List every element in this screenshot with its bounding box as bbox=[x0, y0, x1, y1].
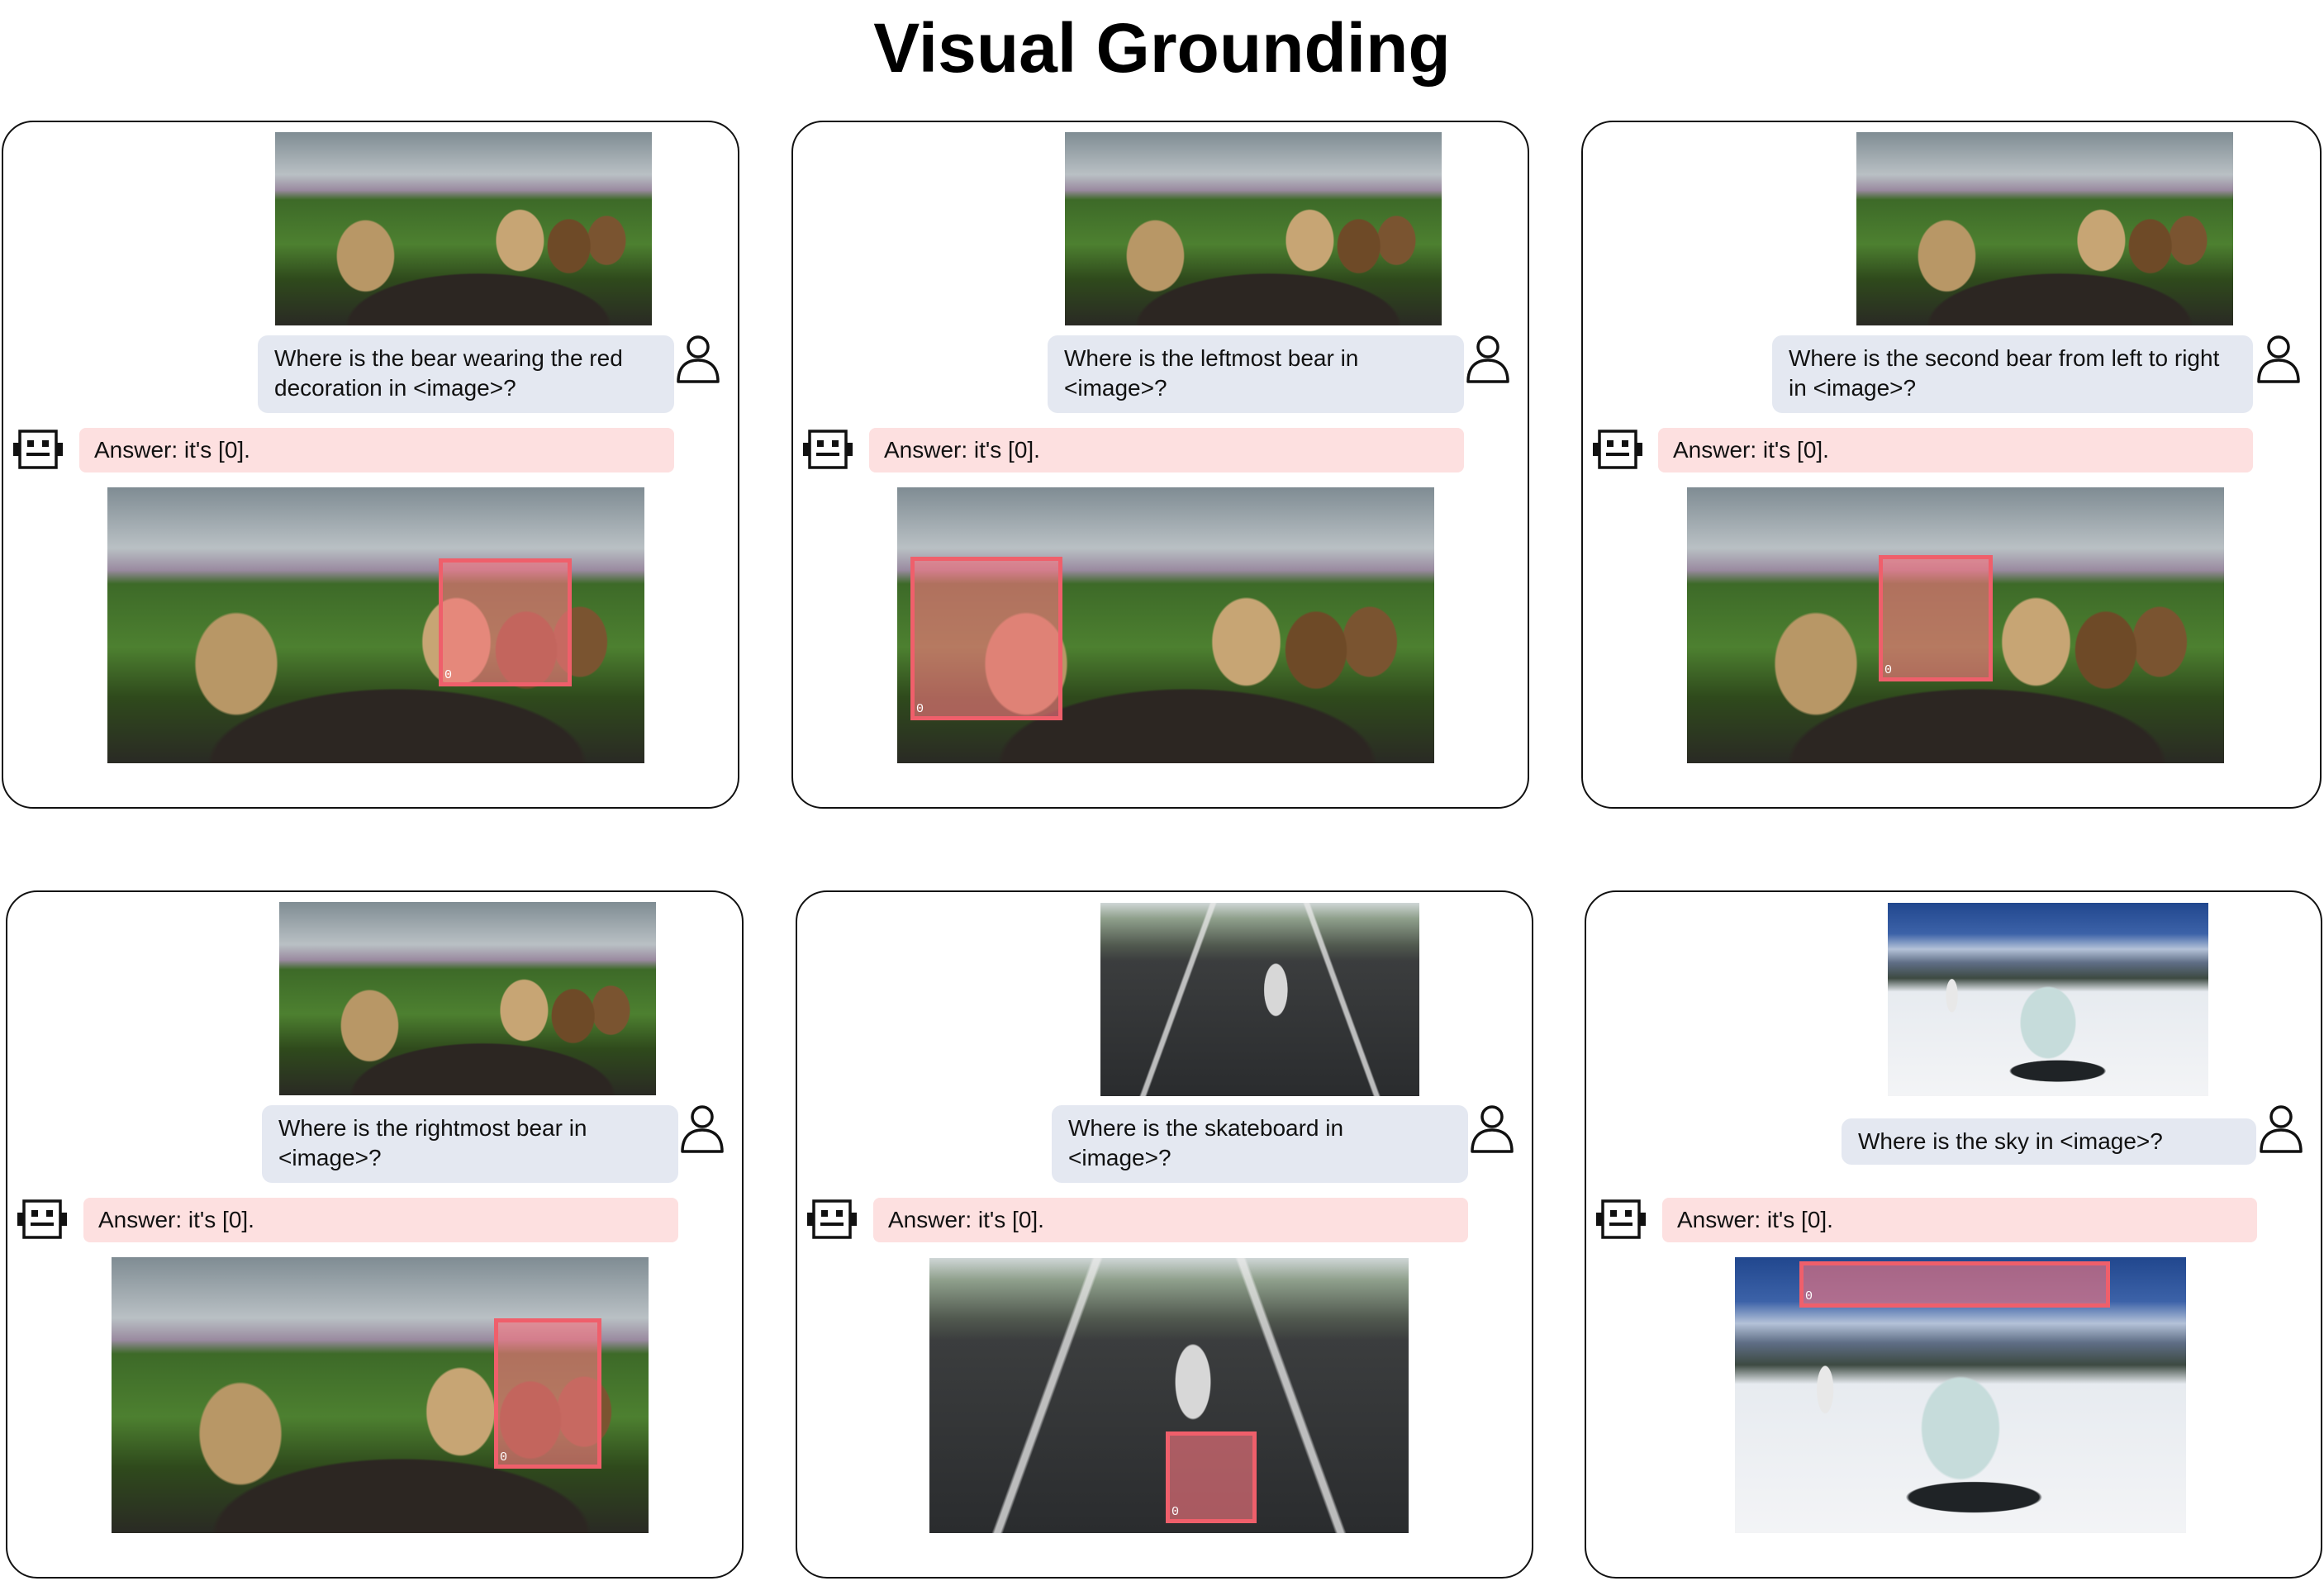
input-image bbox=[1856, 132, 2233, 325]
bounding-box: 0 bbox=[494, 1318, 601, 1469]
robot-icon bbox=[807, 1199, 857, 1239]
box-label: 0 bbox=[1884, 663, 1893, 677]
answer-bubble: Answer: it's [0]. bbox=[1662, 1198, 2257, 1242]
bounding-box: 0 bbox=[910, 557, 1062, 720]
input-image bbox=[1100, 903, 1419, 1096]
input-image bbox=[1065, 132, 1442, 325]
answer-bubble: Answer: it's [0]. bbox=[79, 428, 674, 472]
figure-title: Visual Grounding bbox=[873, 9, 1451, 87]
bounding-box: 0 bbox=[1879, 555, 1993, 681]
grounded-image: 0 bbox=[112, 1257, 649, 1533]
grounded-image: 0 bbox=[107, 487, 644, 763]
question-bubble: Where is the sky in <image>? bbox=[1842, 1118, 2256, 1165]
user-icon bbox=[1466, 335, 1509, 383]
input-image bbox=[1888, 903, 2208, 1096]
robot-icon bbox=[13, 430, 63, 469]
example-panel-4: Where is the rightmost bear in <image>? … bbox=[6, 890, 744, 1579]
input-image bbox=[279, 902, 656, 1095]
question-bubble: Where is the bear wearing the red decora… bbox=[258, 335, 674, 413]
grounded-image: 0 bbox=[929, 1258, 1409, 1533]
answer-bubble: Answer: it's [0]. bbox=[83, 1198, 678, 1242]
user-icon bbox=[1471, 1105, 1514, 1153]
question-bubble: Where is the rightmost bear in <image>? bbox=[262, 1105, 678, 1183]
answer-bubble: Answer: it's [0]. bbox=[873, 1198, 1468, 1242]
user-icon bbox=[2260, 1105, 2303, 1153]
bounding-box: 0 bbox=[1166, 1431, 1257, 1523]
input-image bbox=[275, 132, 652, 325]
answer-bubble: Answer: it's [0]. bbox=[1658, 428, 2253, 472]
robot-icon bbox=[17, 1199, 67, 1239]
example-panel-3: Where is the second bear from left to ri… bbox=[1581, 121, 2322, 809]
question-bubble: Where is the skateboard in <image>? bbox=[1052, 1105, 1468, 1183]
grounded-image: 0 bbox=[1687, 487, 2224, 763]
bounding-box: 0 bbox=[1799, 1261, 2110, 1308]
box-label: 0 bbox=[500, 1450, 508, 1465]
robot-icon bbox=[1593, 430, 1642, 469]
question-bubble: Where is the second bear from left to ri… bbox=[1772, 335, 2253, 413]
example-panel-1: Where is the bear wearing the red decora… bbox=[2, 121, 739, 809]
box-label: 0 bbox=[916, 702, 924, 716]
grounded-image: 0 bbox=[1735, 1257, 2186, 1533]
user-icon bbox=[677, 335, 720, 383]
example-panel-2: Where is the leftmost bear in <image>? A… bbox=[791, 121, 1529, 809]
box-label: 0 bbox=[1805, 1289, 1813, 1303]
question-bubble: Where is the leftmost bear in <image>? bbox=[1048, 335, 1464, 413]
box-label: 0 bbox=[1172, 1505, 1180, 1519]
grounded-image: 0 bbox=[897, 487, 1434, 763]
answer-bubble: Answer: it's [0]. bbox=[869, 428, 1464, 472]
bounding-box: 0 bbox=[439, 558, 572, 686]
user-icon bbox=[681, 1105, 724, 1153]
robot-icon bbox=[1596, 1199, 1646, 1239]
example-panel-6: Where is the sky in <image>? Answer: it'… bbox=[1585, 890, 2322, 1579]
user-icon bbox=[2257, 335, 2300, 383]
example-panel-5: Where is the skateboard in <image>? Answ… bbox=[796, 890, 1533, 1579]
box-label: 0 bbox=[444, 668, 453, 682]
robot-icon bbox=[803, 430, 853, 469]
